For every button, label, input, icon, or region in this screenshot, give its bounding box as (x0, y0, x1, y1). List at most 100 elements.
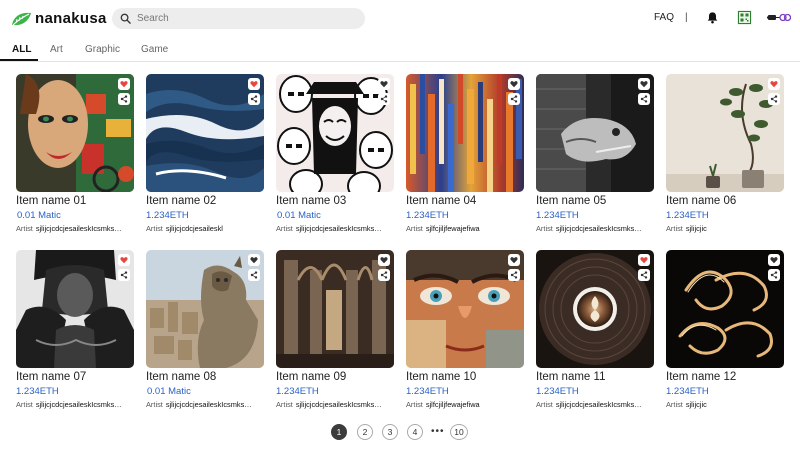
share-button[interactable] (638, 269, 650, 281)
artist-name[interactable]: sjlfcjiljfewajefiwa (426, 224, 480, 233)
share-button[interactable] (508, 269, 520, 281)
item-image[interactable] (666, 74, 784, 192)
item-name[interactable]: Item name 10 (406, 371, 476, 383)
qr-code-icon[interactable] (737, 10, 752, 25)
artist-label: Artist (666, 224, 683, 233)
page-button-3[interactable]: 3 (382, 424, 398, 440)
page-button-last[interactable]: 10 (450, 424, 468, 440)
item-name[interactable]: Item name 02 (146, 195, 216, 207)
artist-name[interactable]: sjlijcjcdcjesaileskIcsmks… (36, 400, 122, 409)
bell-icon[interactable] (706, 11, 719, 24)
share-icon (510, 95, 518, 103)
artist-name[interactable]: sjlijcjcdcjesaileskIcsmks… (556, 224, 642, 233)
leaf-logo-icon (12, 12, 31, 25)
favorite-button[interactable] (768, 78, 780, 90)
share-button[interactable] (378, 269, 390, 281)
item-name[interactable]: Item name 04 (406, 195, 476, 207)
item-price: 1.234ETH (536, 386, 579, 397)
share-button[interactable] (248, 269, 260, 281)
item-image[interactable] (146, 250, 264, 368)
tab-art[interactable]: Art (50, 44, 63, 55)
item-image[interactable] (16, 250, 134, 368)
item-artist: Artist sjlijcjcdcjesaileskIcsmks… (16, 400, 138, 409)
item-price: 1.234ETH (666, 210, 709, 221)
share-icon (380, 95, 388, 103)
search-bar[interactable] (112, 8, 365, 29)
item-name[interactable]: Item name 08 (146, 371, 216, 383)
item-image[interactable] (406, 74, 524, 192)
artist-label: Artist (536, 400, 553, 409)
share-button[interactable] (118, 93, 130, 105)
heart-icon (510, 81, 518, 88)
artist-label: Artist (406, 400, 423, 409)
page-button-1[interactable]: 1 (331, 424, 347, 440)
item-price: 1.234ETH (16, 386, 59, 397)
artist-label: Artist (536, 224, 553, 233)
item-image[interactable] (536, 74, 654, 192)
artwork-thumbnail (146, 250, 264, 368)
favorite-button[interactable] (378, 78, 390, 90)
item-artist: Artist sjlijcjcdcjesaileskIcsmks… (536, 224, 658, 233)
artist-name[interactable]: sjlijcjcdcjesaileskIcsmks… (166, 400, 252, 409)
item-image[interactable] (146, 74, 264, 192)
item-name[interactable]: Item name 12 (666, 371, 736, 383)
item-image[interactable] (276, 250, 394, 368)
item-name[interactable]: Item name 07 (16, 371, 86, 383)
item-image[interactable] (276, 74, 394, 192)
favorite-button[interactable] (508, 254, 520, 266)
artist-name[interactable]: sjlijcjcdcjesaileskIcsmks… (36, 224, 122, 233)
favorite-button[interactable] (768, 254, 780, 266)
item-name[interactable]: Item name 01 (16, 195, 86, 207)
item-artist: Artist sjlijcjcdcjesaileskIcsmks… (16, 224, 138, 233)
item-artist: Artist sjlfcjiljfewajefiwa (406, 224, 528, 233)
item-price: 0.01 Matic (147, 386, 191, 397)
tab-game[interactable]: Game (141, 44, 168, 55)
favorite-button[interactable] (248, 254, 260, 266)
share-icon (640, 95, 648, 103)
item-name[interactable]: Item name 05 (536, 195, 606, 207)
share-button[interactable] (118, 269, 130, 281)
share-icon (120, 271, 128, 279)
share-button[interactable] (638, 93, 650, 105)
favorite-button[interactable] (508, 78, 520, 90)
artist-label: Artist (146, 400, 163, 409)
favorite-button[interactable] (118, 254, 130, 266)
item-price: 1.234ETH (406, 386, 449, 397)
heart-icon (770, 81, 778, 88)
artist-name[interactable]: sjlijcjcdcjesaileskIcsmks… (556, 400, 642, 409)
faq-link[interactable]: FAQ (654, 12, 674, 23)
favorite-button[interactable] (248, 78, 260, 90)
artist-name[interactable]: sjlijcjic (686, 224, 707, 233)
artwork-thumbnail (666, 250, 784, 368)
item-name[interactable]: Item name 03 (276, 195, 346, 207)
favorite-button[interactable] (118, 78, 130, 90)
tab-all[interactable]: ALL (12, 44, 31, 55)
share-button[interactable] (768, 93, 780, 105)
artist-name[interactable]: sjlijcjcdcjesaileskIcsmks… (296, 224, 382, 233)
page-button-4[interactable]: 4 (407, 424, 423, 440)
wallet-link-icon[interactable] (767, 12, 791, 23)
favorite-button[interactable] (378, 254, 390, 266)
logo[interactable]: nanakusa (10, 10, 107, 27)
search-input[interactable] (137, 13, 357, 24)
share-button[interactable] (248, 93, 260, 105)
share-button[interactable] (768, 269, 780, 281)
item-name[interactable]: Item name 06 (666, 195, 736, 207)
item-price: 1.234ETH (276, 386, 319, 397)
item-name[interactable]: Item name 09 (276, 371, 346, 383)
item-image[interactable] (536, 250, 654, 368)
artist-name[interactable]: sjlijcjic (686, 400, 707, 409)
share-button[interactable] (378, 93, 390, 105)
favorite-button[interactable] (638, 254, 650, 266)
favorite-button[interactable] (638, 78, 650, 90)
item-image[interactable] (406, 250, 524, 368)
artist-name[interactable]: sjlfcjiljfewajefiwa (426, 400, 480, 409)
item-image[interactable] (16, 74, 134, 192)
artist-name[interactable]: sjlijcjcdcjesaileskl (166, 224, 223, 233)
artist-name[interactable]: sjlijcjcdcjesaileskIcsmks… (296, 400, 382, 409)
page-button-2[interactable]: 2 (357, 424, 373, 440)
item-name[interactable]: Item name 11 (536, 371, 605, 383)
share-button[interactable] (508, 93, 520, 105)
tab-graphic[interactable]: Graphic (85, 44, 120, 55)
item-image[interactable] (666, 250, 784, 368)
